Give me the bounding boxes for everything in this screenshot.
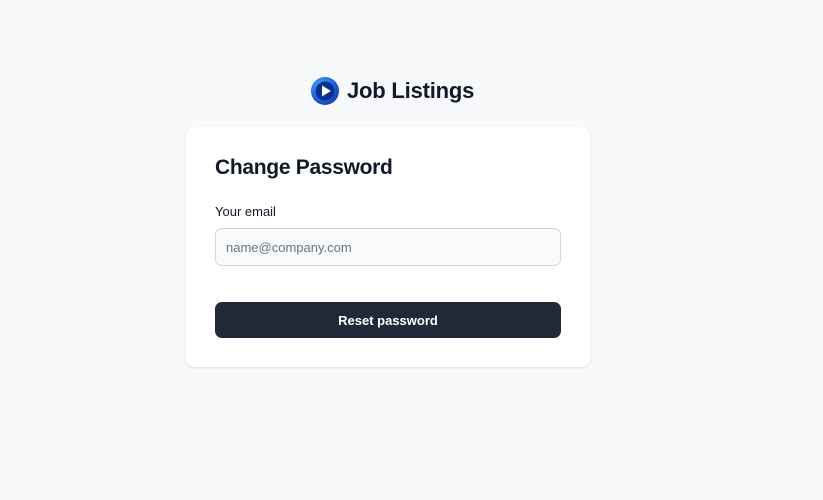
change-password-card: Change Password Your email Reset passwor… <box>186 127 590 367</box>
reset-password-button[interactable]: Reset password <box>215 302 561 338</box>
page-title: Change Password <box>215 156 393 179</box>
email-field[interactable] <box>215 228 561 266</box>
brand-link[interactable]: Job Listings <box>311 76 474 106</box>
brand-name: Job Listings <box>347 78 475 103</box>
email-label: Your email <box>215 204 276 219</box>
play-logo-icon <box>311 77 339 105</box>
